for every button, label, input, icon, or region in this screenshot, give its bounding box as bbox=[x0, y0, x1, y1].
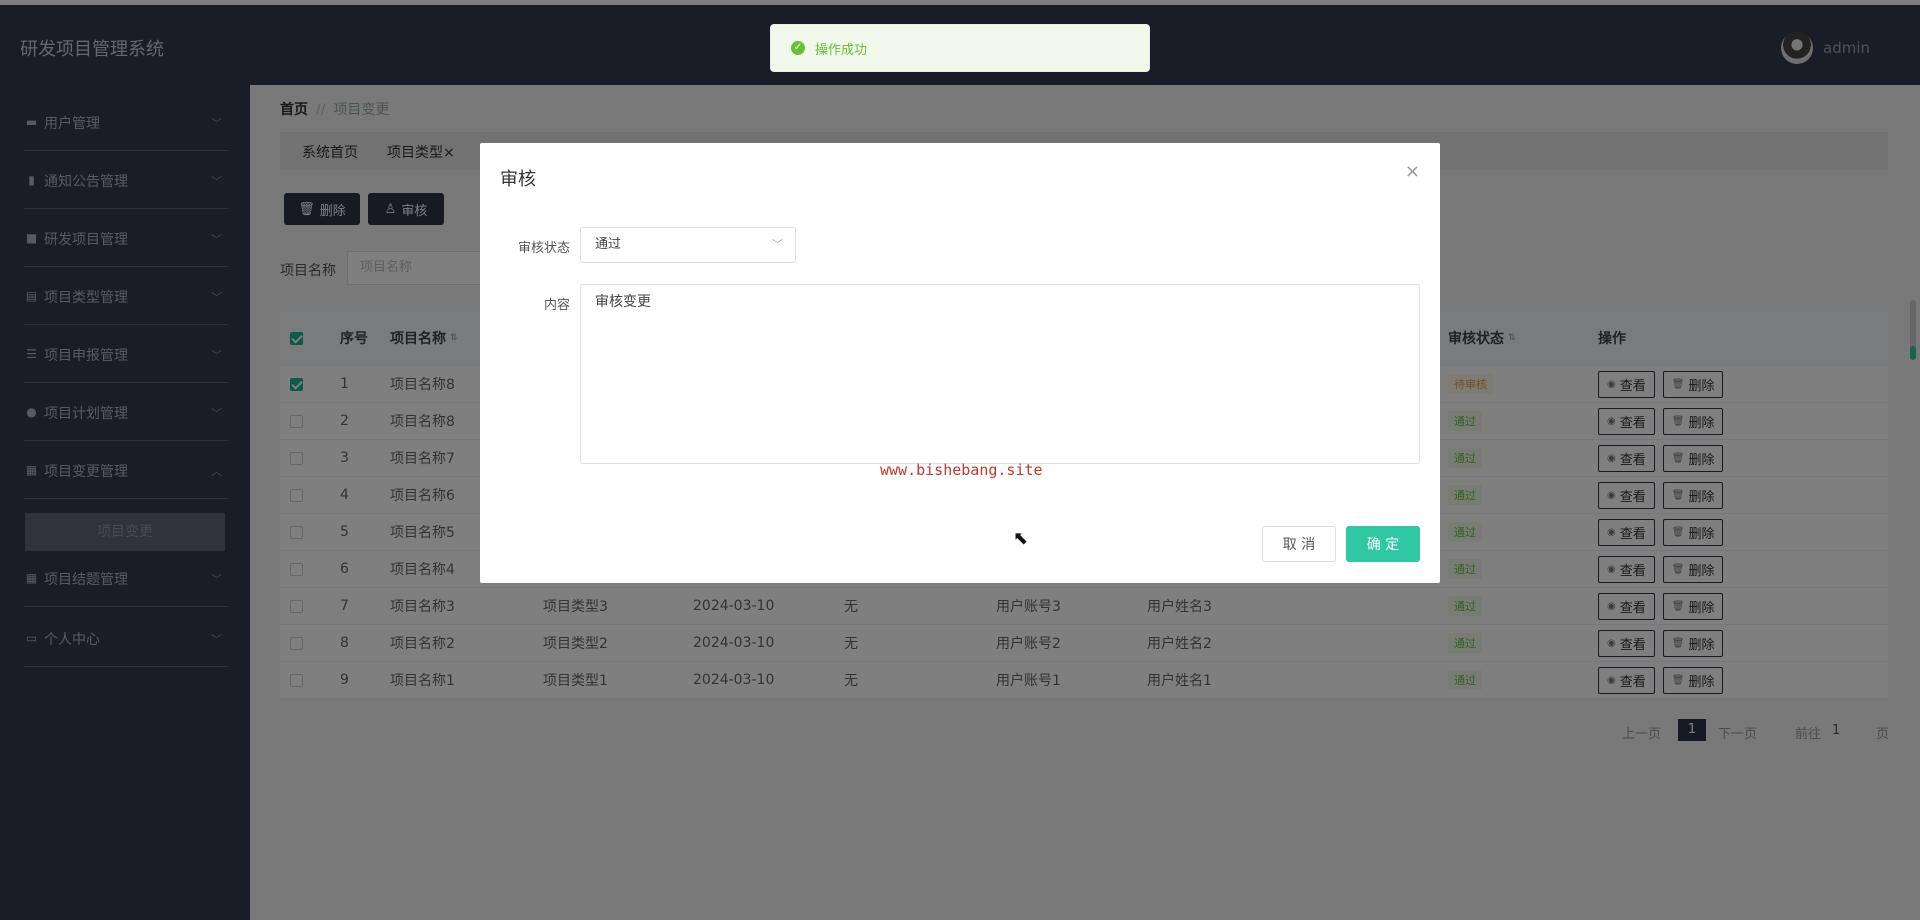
check-circle-icon: ✓ bbox=[791, 41, 805, 55]
dialog-title: 审核 bbox=[500, 169, 536, 190]
content-textarea[interactable]: 审核变更 bbox=[580, 284, 1420, 464]
confirm-button[interactable]: 确 定 bbox=[1346, 526, 1420, 562]
toast-message: 操作成功 bbox=[815, 42, 868, 58]
mouse-cursor-icon: ⬉ bbox=[1013, 528, 1029, 549]
select-value: 通过 bbox=[595, 237, 622, 252]
status-label: 审核状态 bbox=[517, 241, 570, 256]
content-label: 内容 bbox=[543, 298, 570, 313]
chevron-down-icon: ﹀ bbox=[772, 238, 783, 251]
success-toast: ✓ 操作成功 bbox=[770, 24, 1150, 72]
watermark-text: www.bishebang.site bbox=[880, 461, 1043, 479]
cancel-button[interactable]: 取 消 bbox=[1262, 526, 1336, 562]
audit-dialog: 审核 × 审核状态 通过 ﹀ 内容 审核变更 www.bishebang.site… bbox=[480, 143, 1440, 583]
status-select[interactable]: 通过 ﹀ bbox=[580, 227, 796, 263]
close-icon[interactable]: × bbox=[1405, 161, 1420, 182]
